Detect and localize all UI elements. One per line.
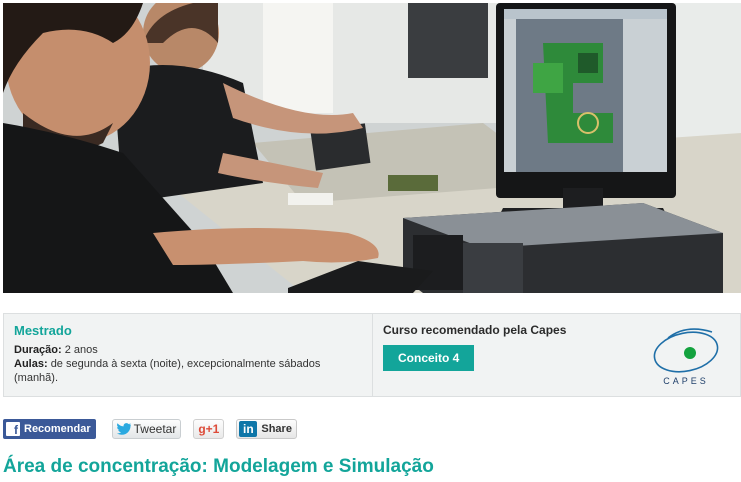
duration-value: 2 anos [64, 344, 98, 356]
duration-label: Duração: [14, 344, 62, 356]
classes-label: Aulas: [14, 358, 48, 370]
facebook-recommend-button[interactable]: f Recomendar [3, 419, 96, 439]
google-plus-one-button[interactable]: g +1 [193, 419, 225, 439]
linkedin-icon: in [239, 421, 258, 437]
program-info-panel: Mestrado Duração: 2 anos Aulas: de segun… [3, 313, 741, 397]
program-details: Mestrado Duração: 2 anos Aulas: de segun… [4, 314, 373, 396]
tweet-button[interactable]: Tweetar [111, 419, 182, 439]
linkedin-share-button[interactable]: in Share [236, 419, 297, 439]
hero-photo-scene [3, 3, 741, 293]
hero-photo [3, 3, 741, 293]
program-level: Mestrado [14, 323, 72, 338]
linkedin-share-label: Share [261, 423, 292, 435]
area-of-concentration-title: Área de concentração: Modelagem e Simula… [3, 456, 434, 477]
capes-logo-text: CAPES [663, 376, 709, 386]
classes-line: Aulas: de segunda à sexta (noite), excep… [14, 357, 362, 385]
twitter-bird-icon [116, 423, 131, 435]
classes-value: de segunda à sexta (noite), excepcionalm… [14, 358, 321, 384]
capes-logo: CAPES [653, 328, 719, 386]
duration-line: Duração: 2 anos [14, 343, 362, 357]
facebook-recommend-label: Recomendar [24, 423, 91, 435]
capes-recommendation: Curso recomendado pela Capes Conceito 4 … [373, 314, 740, 396]
google-plus-label: +1 [205, 422, 220, 436]
google-plus-icon: g [198, 422, 206, 436]
facebook-icon: f [6, 422, 20, 436]
social-share-bar: f Recomendar Tweetar g +1 in Share [3, 418, 297, 440]
concept-button[interactable]: Conceito 4 [383, 345, 475, 371]
tweet-label: Tweetar [133, 422, 177, 436]
